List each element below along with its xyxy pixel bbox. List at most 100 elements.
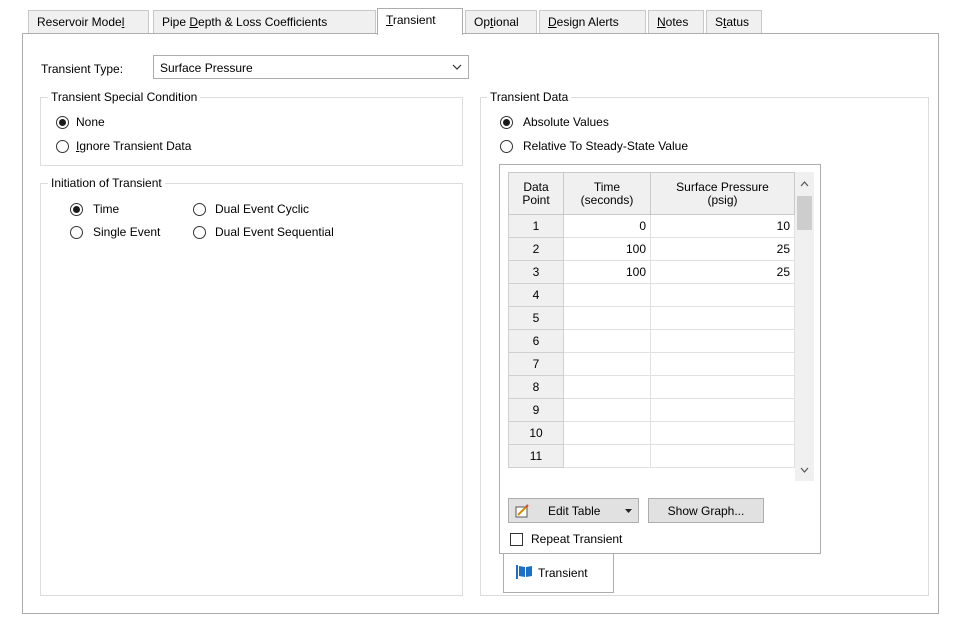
transient-data-table[interactable]: Data Point Time (seconds) Surface Pressure… xyxy=(508,172,795,468)
transient-type-value: Surface Pressure xyxy=(160,61,253,75)
time-radio[interactable] xyxy=(70,203,83,216)
transient-data-title: Transient Data xyxy=(487,90,572,104)
tab-transient[interactable]: Transient xyxy=(377,8,463,35)
tab-label: ransient xyxy=(392,13,436,27)
time-cell[interactable] xyxy=(563,352,651,376)
tab-label: otes xyxy=(665,15,689,29)
table-row[interactable]: 4 xyxy=(508,283,795,307)
tab-label: Op xyxy=(474,15,491,29)
row-number-cell: 10 xyxy=(508,421,564,445)
row-number-cell: 5 xyxy=(508,306,564,330)
tab-label: esign Alerts xyxy=(556,15,619,29)
time-cell[interactable] xyxy=(563,283,651,307)
table-scrollbar[interactable] xyxy=(795,172,814,481)
time-cell[interactable]: 100 xyxy=(563,260,651,284)
time-cell[interactable] xyxy=(563,375,651,399)
pressure-cell[interactable] xyxy=(650,329,795,353)
tab-status[interactable]: Status xyxy=(706,10,762,33)
table-row[interactable]: 1 0 10 xyxy=(508,214,795,238)
pressure-cell[interactable]: 10 xyxy=(650,214,795,238)
tab-label-accel: D xyxy=(548,15,557,29)
row-number-cell: 3 xyxy=(508,260,564,284)
none-radio[interactable] xyxy=(56,116,69,129)
dual-event-cyclic-label: Dual Event Cyclic xyxy=(215,202,310,216)
pressure-cell[interactable] xyxy=(650,398,795,422)
pressure-cell[interactable]: 25 xyxy=(650,260,795,284)
repeat-transient-checkbox[interactable] xyxy=(510,533,523,546)
table-row[interactable]: 7 xyxy=(508,352,795,376)
tab-label-accel: N xyxy=(657,15,666,29)
time-cell[interactable] xyxy=(563,444,651,468)
table-row[interactable]: 5 xyxy=(508,306,795,330)
ignore-transient-label: Ignore Transient Data xyxy=(76,139,192,153)
time-cell[interactable] xyxy=(563,306,651,330)
initiation-group xyxy=(40,183,463,596)
relative-values-radio[interactable] xyxy=(500,140,513,153)
tab-pipe-depth[interactable]: Pipe Depth & Loss Coefficients xyxy=(153,10,376,33)
bottom-tab-transient[interactable]: Transient xyxy=(503,554,614,593)
edit-table-label: Edit Table xyxy=(548,504,601,518)
initiation-title: Initiation of Transient xyxy=(48,176,165,190)
tab-label: ional xyxy=(493,15,519,29)
special-condition-title: Transient Special Condition xyxy=(48,90,201,104)
pressure-cell[interactable] xyxy=(650,421,795,445)
tab-label: Pipe xyxy=(162,15,190,29)
transient-type-select[interactable]: Surface Pressure xyxy=(153,55,469,79)
edit-table-button[interactable]: Edit Table xyxy=(508,498,639,523)
tab-label-accel: l xyxy=(121,15,125,29)
time-cell[interactable] xyxy=(563,421,651,445)
show-graph-button[interactable]: Show Graph... xyxy=(648,498,764,523)
show-graph-label: Show Graph... xyxy=(667,504,745,518)
table-row[interactable]: 10 xyxy=(508,421,795,445)
tab-notes[interactable]: Notes xyxy=(648,10,704,33)
table-row[interactable]: 9 xyxy=(508,398,795,422)
tab-label: S xyxy=(715,15,724,29)
dual-event-sequential-radio[interactable] xyxy=(193,226,206,239)
absolute-values-radio[interactable] xyxy=(500,116,513,129)
dropdown-arrow-icon xyxy=(625,509,632,513)
pressure-cell[interactable] xyxy=(650,352,795,376)
absolute-values-label: Absolute Values xyxy=(523,115,609,129)
pressure-cell[interactable] xyxy=(650,283,795,307)
special-condition-group xyxy=(40,97,463,166)
pressure-cell[interactable] xyxy=(650,375,795,399)
bottom-tab-label: Transient xyxy=(538,566,588,580)
ignore-transient-radio[interactable] xyxy=(56,140,69,153)
transient-type-label: Transient Type: xyxy=(41,62,124,76)
row-number-cell: 2 xyxy=(508,237,564,261)
time-cell[interactable] xyxy=(563,329,651,353)
tab-design-alerts[interactable]: Design Alerts xyxy=(539,10,646,33)
col-header-time: Time (seconds) xyxy=(563,172,651,215)
table-row[interactable]: 8 xyxy=(508,375,795,399)
col-header-data-point: Data Point xyxy=(508,172,564,215)
col-header-surface-pressure: Surface Pressure (psig) xyxy=(650,172,795,215)
table-row[interactable]: 3 100 25 xyxy=(508,260,795,284)
relative-values-label: Relative To Steady-State Value xyxy=(523,139,688,153)
dual-event-sequential-label: Dual Event Sequential xyxy=(215,225,334,239)
single-event-label: Single Event xyxy=(93,225,161,239)
row-number-cell: 1 xyxy=(508,214,564,238)
repeat-transient-label: Repeat Transient xyxy=(531,532,623,546)
table-row[interactable]: 6 xyxy=(508,329,795,353)
scrollbar-thumb[interactable] xyxy=(797,196,812,230)
tab-label: Reservoir Mode xyxy=(37,15,122,29)
none-radio-label: None xyxy=(76,115,105,129)
pressure-cell[interactable] xyxy=(650,306,795,330)
row-number-cell: 6 xyxy=(508,329,564,353)
tab-reservoir-model[interactable]: Reservoir Model xyxy=(28,10,149,33)
row-number-cell: 4 xyxy=(508,283,564,307)
tab-label: atus xyxy=(726,15,750,29)
table-row[interactable]: 11 xyxy=(508,444,795,468)
scroll-up-icon[interactable] xyxy=(800,181,809,187)
tab-optional[interactable]: Optional xyxy=(465,10,537,33)
single-event-radio[interactable] xyxy=(70,226,83,239)
table-row[interactable]: 2 100 25 xyxy=(508,237,795,261)
pressure-cell[interactable]: 25 xyxy=(650,237,795,261)
dual-event-cyclic-radio[interactable] xyxy=(193,203,206,216)
time-cell[interactable]: 0 xyxy=(563,214,651,238)
time-cell[interactable] xyxy=(563,398,651,422)
tab-label: epth & Loss Coefficients xyxy=(198,15,328,29)
time-cell[interactable]: 100 xyxy=(563,237,651,261)
scroll-down-icon[interactable] xyxy=(800,467,809,473)
pressure-cell[interactable] xyxy=(650,444,795,468)
